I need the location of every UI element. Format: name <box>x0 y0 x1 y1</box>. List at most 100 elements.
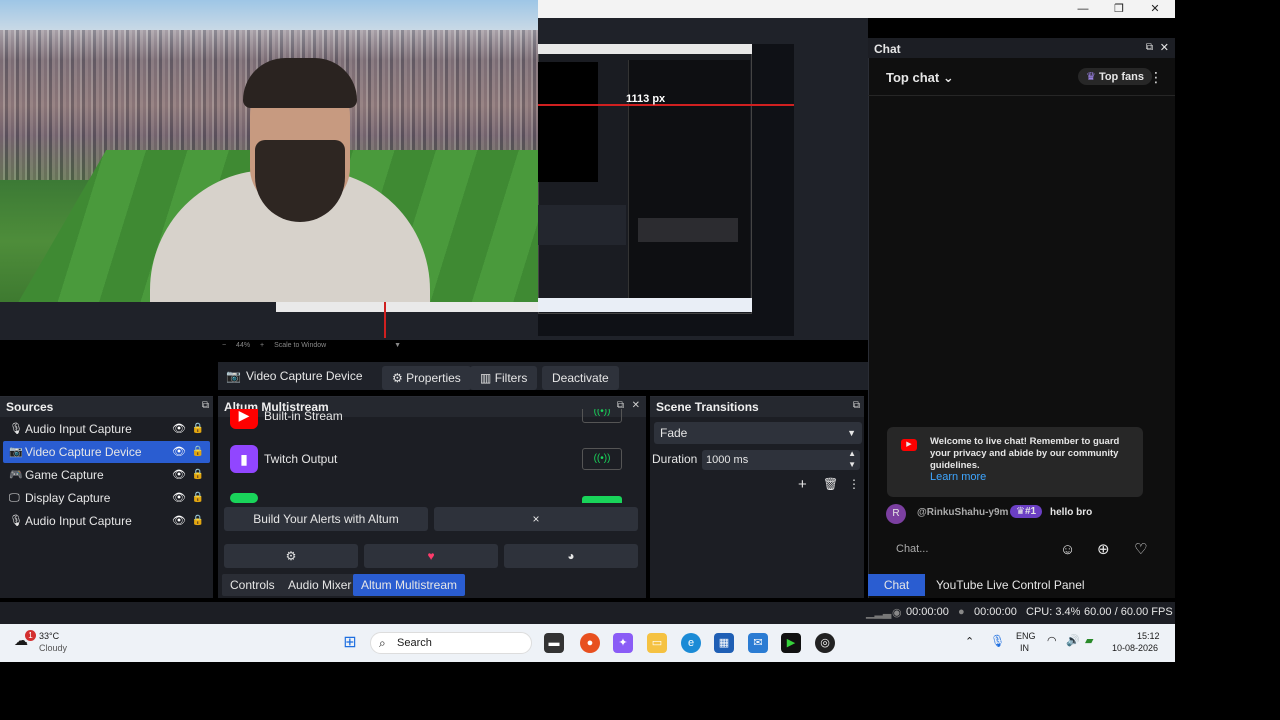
folder-icon[interactable]: ▭ <box>647 633 667 653</box>
tab-audio-mixer[interactable]: Audio Mixer <box>280 574 360 596</box>
camera-icon: 📷 <box>226 369 241 383</box>
eye-icon[interactable]: 👁 <box>172 487 186 509</box>
battery-icon[interactable]: ▰ <box>1085 634 1093 647</box>
source-label: Video Capture Device <box>25 445 142 459</box>
heart-button[interactable]: ♥ <box>364 544 498 568</box>
minimize-button[interactable]: — <box>1075 1 1091 17</box>
filter-icon: ▥ <box>480 371 492 385</box>
camera-icon: 📷 <box>9 446 23 458</box>
tab-controls[interactable]: Controls <box>222 574 283 596</box>
store-icon[interactable]: ▦ <box>714 633 734 653</box>
record-time: 00:00:00 <box>974 606 1017 618</box>
source-item[interactable]: 🎙 Audio Input Capture 👁 🔒 <box>3 418 210 440</box>
chevron-down-icon[interactable]: ▼ <box>394 342 401 349</box>
output-row-twitch: ▮ Twitch Output ((•)) <box>230 445 630 473</box>
stream-toggle[interactable]: ((•)) <box>582 409 622 423</box>
chat-header: Top chat ⌄ ♛ Top fans ⋮ <box>868 60 1175 96</box>
clock-time[interactable]: 15:12 <box>1137 631 1160 641</box>
tab-altum-multistream[interactable]: Altum Multistream <box>353 574 466 596</box>
zoom-in-icon[interactable]: + <box>260 342 264 349</box>
lock-icon[interactable]: 🔒 <box>192 418 204 440</box>
build-alerts-button[interactable]: Build Your Alerts with Altum <box>224 507 428 531</box>
add-circle-icon[interactable]: ⊕ <box>1097 540 1110 558</box>
mic-icon: 🎙 <box>9 423 23 435</box>
eye-icon[interactable]: 👁 <box>172 418 186 440</box>
search-icon: ⌕ <box>379 636 386 650</box>
eye-icon[interactable]: 👁 <box>172 441 186 463</box>
close-icon[interactable]: ✕ <box>1160 41 1169 54</box>
source-item-selected[interactable]: 📷 Video Capture Device 👁 🔒 <box>3 441 210 463</box>
undock-icon[interactable]: ⧉ <box>202 400 209 411</box>
source-item[interactable]: 🎮 Game Capture 👁 🔒 <box>3 464 210 486</box>
chat-input[interactable]: Chat... <box>896 543 928 555</box>
scale-mode[interactable]: Scale to Window <box>274 342 326 349</box>
undock-icon[interactable]: ⧉ <box>853 400 860 411</box>
lang-indicator[interactable]: ENG <box>1016 631 1036 641</box>
stream-toggle[interactable] <box>582 496 622 503</box>
heart-icon[interactable]: ♡ <box>1134 540 1147 558</box>
discord-button[interactable]: ◕ <box>504 544 638 568</box>
filters-button[interactable]: ▥ Filters <box>470 366 538 390</box>
chat-input-row: Chat... ☺ ⊕ ♡ <box>886 538 1166 564</box>
zoom-out-icon[interactable]: − <box>222 342 226 349</box>
source-item[interactable]: 🎙 Audio Input Capture 👁 🔒 <box>3 510 210 532</box>
learn-more-link[interactable]: Learn more <box>930 471 986 483</box>
output-row-next <box>230 493 630 503</box>
youtube-icon: ▶ <box>901 439 917 451</box>
terminal-icon[interactable]: ▬ <box>544 633 564 653</box>
close-window-button[interactable]: ✕ <box>1147 1 1163 17</box>
properties-button[interactable]: ⚙ Properties <box>382 366 471 390</box>
lock-icon[interactable]: 🔒 <box>192 441 204 463</box>
outlook-icon[interactable]: ✉ <box>748 633 768 653</box>
transition-select[interactable]: Fade ▼ <box>654 422 862 444</box>
gear-icon: ⚙ <box>285 549 297 563</box>
chat-dock-title: Chat ⧉ ✕ <box>868 38 1175 58</box>
maximize-button[interactable]: ❐ <box>1111 1 1127 17</box>
eye-icon[interactable]: 👁 <box>172 464 186 486</box>
kick-icon <box>230 493 258 503</box>
stream-toggle[interactable]: ((•)) <box>582 448 622 470</box>
windows-start-icon[interactable]: ⊞ <box>340 633 360 653</box>
message-author[interactable]: @RinkuShahu-y9m <box>917 507 1008 518</box>
terminal-green-icon[interactable]: ▶ <box>781 633 801 653</box>
clock-date[interactable]: 10-08-2026 <box>1112 643 1158 653</box>
chevron-up-icon[interactable]: ⌃ <box>965 635 974 648</box>
avatar[interactable]: R <box>886 504 906 524</box>
volume-icon[interactable]: 🔊 <box>1066 634 1080 647</box>
tab-chat[interactable]: Chat <box>868 574 925 596</box>
lock-icon[interactable]: 🔒 <box>192 487 204 509</box>
close-icon[interactable]: ✕ <box>632 400 640 411</box>
source-label: Display Capture <box>25 491 111 505</box>
trash-icon[interactable]: 🗑 <box>823 477 838 491</box>
settings-button[interactable]: ⚙ <box>224 544 358 568</box>
record-icon: ● <box>958 606 965 618</box>
stepper-icon[interactable]: ▲ ▼ <box>848 448 856 470</box>
lock-icon[interactable]: 🔒 <box>192 510 204 532</box>
brave-icon[interactable]: ● <box>580 633 600 653</box>
zoom-bar: − 44% + Scale to Window ▼ <box>222 342 622 356</box>
add-icon[interactable]: + <box>798 476 807 493</box>
deactivate-button[interactable]: Deactivate <box>542 366 619 390</box>
taskbar-search[interactable]: ⌕ Search <box>370 632 532 654</box>
top-fans-button[interactable]: ♛ Top fans <box>1078 68 1152 85</box>
tab-youtube-control-panel[interactable]: YouTube Live Control Panel <box>936 578 1085 592</box>
more-icon[interactable]: ⋮ <box>848 477 860 491</box>
wifi-icon[interactable]: ◠ <box>1047 634 1057 647</box>
eye-icon[interactable]: 👁 <box>172 510 186 532</box>
copilot-icon[interactable]: ✦ <box>613 633 633 653</box>
top-chat-dropdown[interactable]: Top chat ⌄ <box>886 70 954 86</box>
undock-icon[interactable]: ⧉ <box>1146 42 1153 53</box>
duration-input[interactable]: 1000 ms ▲ ▼ <box>702 448 860 470</box>
edge-icon[interactable]: e <box>681 633 701 653</box>
selected-source-name: Video Capture Device <box>246 369 363 383</box>
dismiss-button[interactable]: × <box>434 507 638 531</box>
obs-icon[interactable]: ◎ <box>815 633 835 653</box>
emoji-icon[interactable]: ☺ <box>1060 541 1075 558</box>
properties-label: Properties <box>406 371 461 385</box>
mic-icon[interactable]: 🎙 <box>990 634 1005 648</box>
weather-condition: Cloudy <box>39 643 68 653</box>
more-icon[interactable]: ⋮ <box>1149 69 1163 86</box>
heart-icon: ♥ <box>427 549 435 563</box>
lock-icon[interactable]: 🔒 <box>192 464 204 486</box>
source-item[interactable]: 🖵 Display Capture 👁 🔒 <box>3 487 210 509</box>
